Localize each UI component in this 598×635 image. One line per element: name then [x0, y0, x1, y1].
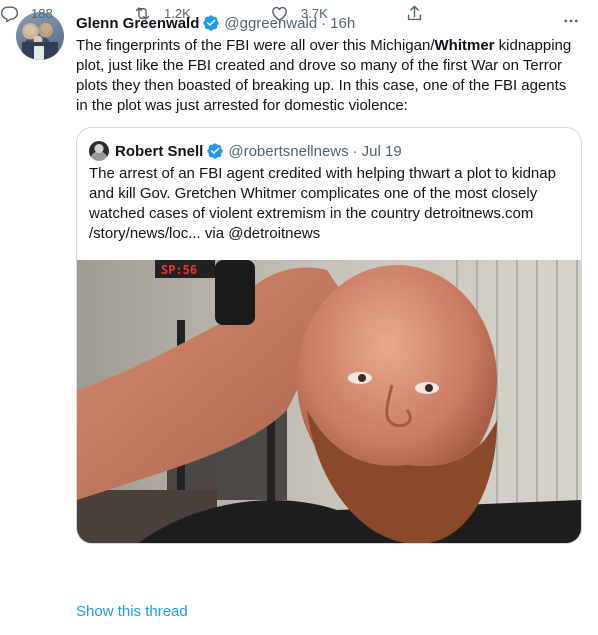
- selfie-photo: SP:56: [77, 260, 581, 543]
- quoted-tweet-timestamp: Jul 19: [361, 142, 402, 160]
- like-count: 3.7K: [301, 5, 328, 21]
- quoted-author-display-name: Robert Snell: [115, 142, 204, 160]
- verified-badge-icon: [203, 15, 220, 31]
- quoted-tweet-text: The arrest of an FBI agent credited with…: [89, 165, 556, 242]
- retweet-count: 1.2K: [164, 5, 191, 21]
- tweet-card[interactable]: Glenn Greenwald @ggreenwald · 16h The fi…: [0, 0, 598, 635]
- verified-badge-icon: [207, 143, 224, 159]
- more-options-icon[interactable]: [560, 10, 582, 32]
- quoted-tweet-photo[interactable]: SP:56: [77, 260, 581, 543]
- share-button[interactable]: [405, 0, 436, 26]
- quoted-author-handle: @robertsnellnews: [228, 142, 349, 160]
- reply-icon: [0, 5, 19, 22]
- show-thread-link[interactable]: Show this thread: [76, 603, 188, 620]
- reply-count: 188: [31, 5, 53, 21]
- tweet-text: The fingerprints of the FBI were all ove…: [76, 36, 582, 116]
- like-button[interactable]: 3.7K: [270, 0, 328, 26]
- tweet-text-bold: Whitmer: [434, 37, 495, 54]
- heart-icon: [272, 6, 287, 21]
- tweet-timestamp[interactable]: 16h: [330, 15, 355, 32]
- share-icon: [407, 5, 422, 20]
- quoted-author-avatar: [89, 141, 109, 161]
- reply-button[interactable]: 188: [0, 0, 53, 26]
- wall-sign-text: SP:56: [161, 263, 197, 277]
- retweet-icon: [135, 6, 150, 20]
- quoted-tweet-header: Robert Snell @robertsnellnews · Jul 19: [89, 140, 402, 162]
- tweet-text-part-1: The fingerprints of the FBI were all ove…: [76, 37, 435, 54]
- retweet-button[interactable]: 1.2K: [133, 0, 191, 26]
- quoted-header-separator: ·: [352, 142, 358, 160]
- quoted-tweet[interactable]: Robert Snell @robertsnellnews · Jul 19 T…: [76, 127, 582, 544]
